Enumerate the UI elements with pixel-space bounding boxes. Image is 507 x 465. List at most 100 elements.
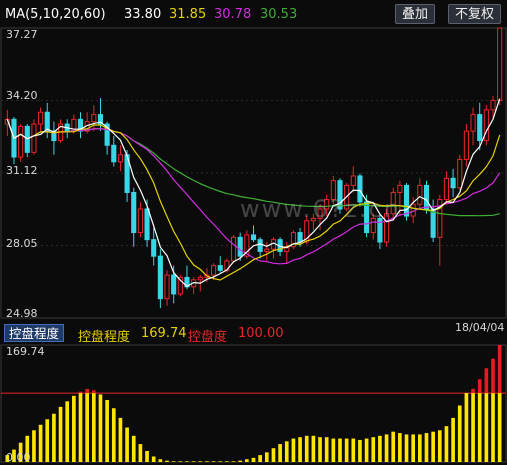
indicator-bar (364, 438, 369, 462)
candle-body (151, 239, 157, 257)
indicator-bar (371, 437, 376, 462)
indicator-bar (411, 434, 416, 462)
indicator-name: 控盘程度 (78, 330, 131, 345)
candle-body (457, 158, 463, 189)
indicator-header: 控盘程度 控盘程度 169.74 控盘度 100.00 18/04/04 (0, 321, 507, 345)
candle-body (217, 265, 223, 271)
indicator-bar (471, 393, 475, 462)
candle-body (264, 248, 270, 252)
indicator-bar (165, 460, 169, 462)
candle-body (144, 208, 150, 241)
indicator-bar-excess (91, 390, 96, 394)
indicator-bar (218, 461, 223, 462)
indicator-bar (318, 437, 322, 462)
indicator-bar (185, 461, 189, 462)
indicator-bar (271, 448, 276, 462)
indicator-bar (131, 435, 136, 462)
candle-body (470, 114, 476, 132)
price-tick-2: 34.20 (6, 89, 38, 102)
indicator-bar (278, 444, 282, 462)
candle-body (237, 236, 243, 257)
indicator-bar (291, 438, 296, 462)
indicator-bar (191, 461, 196, 462)
indicator-sub-value: 100.00 (238, 326, 284, 341)
indicator-bar-excess (471, 388, 475, 394)
candle-body (197, 276, 203, 281)
indicator-bar (145, 450, 149, 462)
indicator-bar (324, 437, 329, 462)
indicator-bar (151, 456, 156, 462)
indicator-bar (158, 459, 163, 462)
indicator-bar (437, 430, 442, 462)
indicator-bar (251, 457, 256, 462)
indicator-bar (311, 435, 316, 462)
indicator-bar (231, 461, 236, 462)
indicator-bar (32, 430, 36, 462)
indicator-bar-excess (477, 379, 482, 394)
indicator-bar (358, 439, 362, 462)
indicator-bar (85, 393, 89, 462)
indicator-bar-excess (484, 368, 489, 394)
indicator-bar (72, 395, 76, 462)
indicator-sub-name: 控盘度 (188, 330, 228, 345)
indicator-bar (451, 417, 455, 462)
candle-body (497, 27, 503, 101)
price-tick-bottom: 24.98 (6, 307, 38, 320)
candle-body (250, 234, 257, 241)
indicator-tab[interactable]: 控盘程度 (4, 324, 65, 342)
candle-body (38, 111, 44, 125)
indicator-bar (198, 461, 203, 462)
indicator-bar (245, 459, 249, 462)
candle-body (164, 274, 170, 300)
indicator-bar (431, 431, 435, 462)
indicator-bar (205, 461, 209, 462)
candle-body (477, 114, 483, 142)
indicator-bar (491, 393, 495, 462)
price-tick-top: 37.27 (6, 28, 38, 41)
candle-body (111, 144, 117, 163)
candle-body (397, 184, 403, 193)
candle-body (137, 208, 143, 234)
candle-body (450, 177, 456, 189)
price-tick-4: 28.05 (6, 237, 38, 250)
indicator-bar (384, 434, 389, 462)
indicator-bar-excess (85, 388, 89, 394)
candle-body (131, 191, 137, 234)
candle-body (211, 265, 217, 276)
indicator-bar (58, 406, 63, 462)
indicator-bar (338, 438, 342, 462)
indicator-bar (138, 444, 143, 462)
indicator-bar (344, 438, 349, 462)
indicator-bar (178, 461, 183, 462)
indicator-date: 18/04/04 (455, 321, 505, 334)
candle-body (171, 274, 177, 295)
candle-body (463, 130, 469, 160)
indicator-axis-bottom: 0.00 (6, 451, 31, 464)
indicator-bar-excess (491, 358, 495, 394)
candle-body (490, 99, 496, 111)
indicator-bar (118, 417, 123, 462)
indicator-bar (404, 434, 409, 462)
indicator-bar (225, 461, 229, 462)
indicator-value: 169.74 (141, 326, 187, 341)
indicator-bar (98, 394, 103, 462)
indicator-bar (258, 455, 262, 462)
indicator-bar (211, 461, 216, 462)
candle-body (117, 154, 123, 163)
indicator-bar (378, 435, 382, 462)
indicator-bar (284, 441, 289, 462)
candle-body (430, 208, 436, 238)
indicator-bar-excess (497, 345, 502, 394)
candle-body (44, 111, 50, 132)
indicator-axis-top: 169.74 (6, 345, 45, 358)
candlestick-chart[interactable] (0, 0, 507, 465)
indicator-bar (91, 393, 96, 462)
indicator-bar (331, 438, 336, 462)
indicator-bar (398, 433, 402, 462)
indicator-bar (351, 438, 356, 462)
stock-chart-screen: { "header": { "ma_label": "MA(5,10,20,60… (0, 0, 507, 465)
indicator-bar (418, 434, 422, 462)
candle-body (417, 184, 423, 205)
indicator-bar (424, 433, 429, 462)
indicator-bar (484, 393, 489, 462)
